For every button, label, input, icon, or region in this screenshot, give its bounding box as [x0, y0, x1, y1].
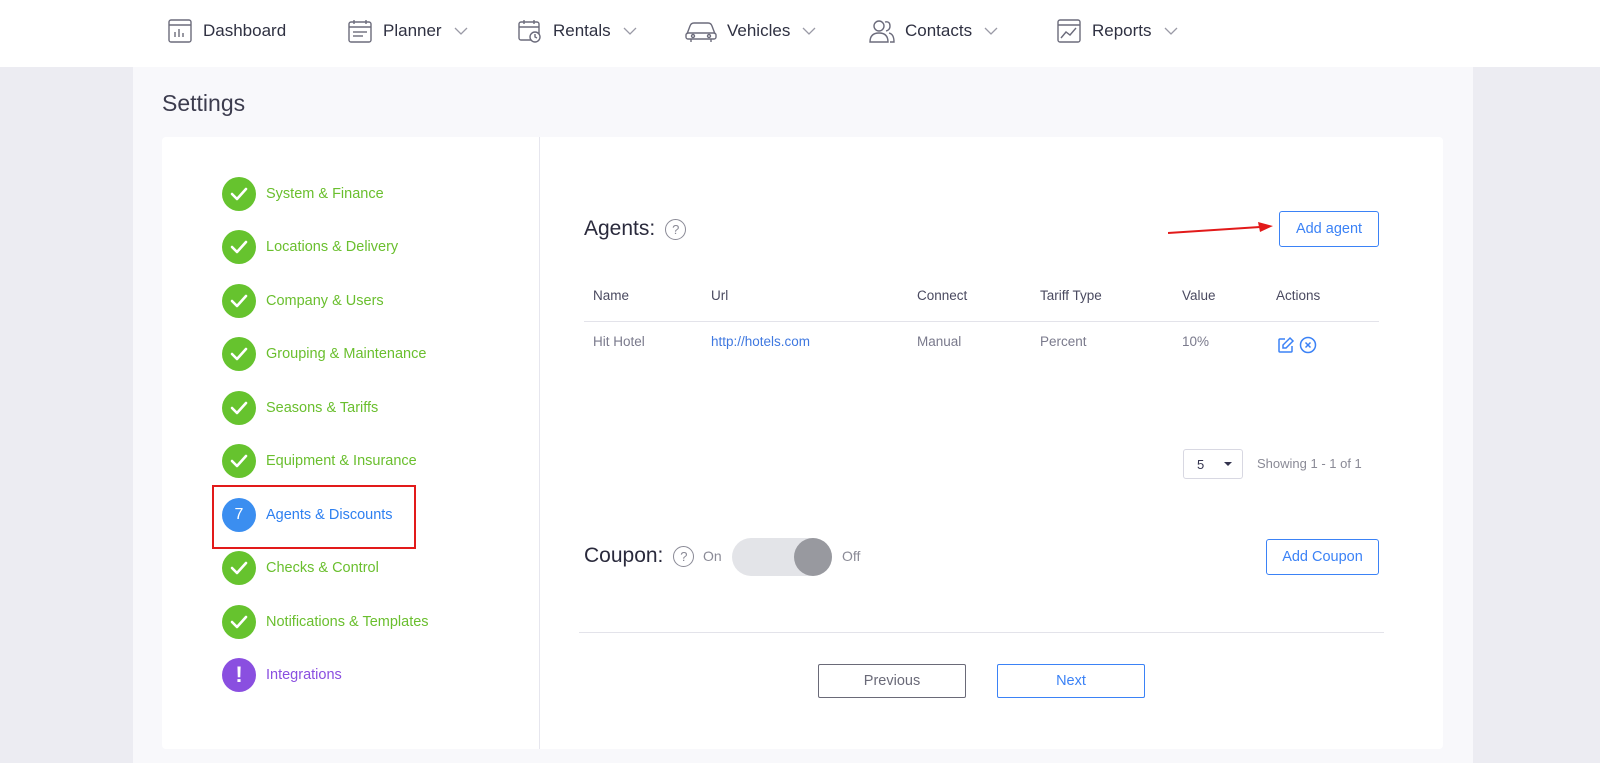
- cell-value: 10%: [1182, 334, 1210, 349]
- nav-rentals[interactable]: Rentals: [516, 16, 637, 46]
- chevron-down-icon: [454, 24, 468, 38]
- coupon-toggle[interactable]: [732, 538, 832, 576]
- nav-dashboard-label: Dashboard: [203, 21, 287, 40]
- check-icon: [222, 444, 256, 478]
- agents-title: Agents:: [584, 217, 656, 240]
- step-company-users[interactable]: Company & Users: [222, 284, 384, 318]
- check-icon: [222, 337, 256, 371]
- pagination-info: Showing 1 - 1 of 1: [1257, 456, 1362, 471]
- next-button[interactable]: Next: [997, 664, 1145, 698]
- chevron-down-icon: [1164, 24, 1178, 38]
- page-size-select[interactable]: 5: [1183, 449, 1243, 479]
- column-header-url: Url: [711, 288, 729, 303]
- step-label: Company & Users: [266, 293, 384, 309]
- check-icon: [222, 551, 256, 585]
- previous-button[interactable]: Previous: [818, 664, 966, 698]
- step-label: Seasons & Tariffs: [266, 400, 379, 416]
- step-checks-control[interactable]: Checks & Control: [222, 551, 379, 585]
- step-grouping-maintenance[interactable]: Grouping & Maintenance: [222, 337, 426, 371]
- add-coupon-button[interactable]: Add Coupon: [1266, 539, 1379, 575]
- step-seasons-tariffs[interactable]: Seasons & Tariffs: [222, 391, 378, 425]
- nav-reports[interactable]: Reports: [1055, 16, 1178, 46]
- red-arrow-annotation: [1168, 222, 1273, 234]
- check-icon: [222, 391, 256, 425]
- step-label: Grouping & Maintenance: [266, 346, 427, 362]
- calendar-clock-icon: [516, 17, 544, 45]
- step-notifications-templates[interactable]: Notifications & Templates: [222, 605, 429, 639]
- table-header-divider: [584, 321, 1379, 322]
- column-header-name: Name: [593, 288, 630, 303]
- cell-name: Hit Hotel: [593, 334, 645, 349]
- column-header-connect: Connect: [917, 288, 968, 303]
- vertical-divider: [539, 137, 540, 749]
- step-system-finance[interactable]: System & Finance: [222, 177, 384, 211]
- cell-tariff-type: Percent: [1040, 334, 1087, 349]
- nav-contacts[interactable]: Contacts: [868, 16, 998, 46]
- step-integrations[interactable]: ! Integrations: [222, 658, 342, 692]
- step-locations-delivery[interactable]: Locations & Delivery: [222, 230, 398, 264]
- toggle-on-label: On: [703, 548, 722, 564]
- column-header-tariff-type: Tariff Type: [1040, 288, 1102, 303]
- highlight-box: [212, 485, 416, 549]
- step-label: System & Finance: [266, 186, 384, 202]
- toggle-knob: [794, 538, 832, 576]
- exclamation-icon: !: [222, 658, 256, 692]
- coupon-heading: Coupon: ?: [584, 544, 695, 568]
- chevron-down-icon: [802, 24, 816, 38]
- nav-vehicles-label: Vehicles: [727, 21, 791, 40]
- step-label: Notifications & Templates: [266, 614, 429, 630]
- check-icon: [222, 230, 256, 264]
- check-icon: [222, 605, 256, 639]
- nav-planner[interactable]: Planner: [346, 16, 468, 46]
- step-label: Checks & Control: [266, 560, 379, 576]
- users-icon: [868, 17, 896, 45]
- column-header-actions: Actions: [1276, 288, 1321, 303]
- step-label: Equipment & Insurance: [266, 453, 417, 469]
- horizontal-divider: [579, 632, 1384, 633]
- step-equipment-insurance[interactable]: Equipment & Insurance: [222, 444, 417, 478]
- calendar-icon: [346, 17, 374, 45]
- column-header-value: Value: [1182, 288, 1216, 303]
- check-icon: [222, 177, 256, 211]
- cell-connect: Manual: [917, 334, 962, 349]
- car-icon: [684, 17, 718, 45]
- page-size-value: 5: [1197, 456, 1205, 472]
- agents-heading: Agents: ?: [584, 217, 687, 241]
- chevron-down-icon: [984, 24, 998, 38]
- toggle-off-label: Off: [842, 548, 861, 564]
- step-label: Integrations: [266, 667, 342, 683]
- nav-contacts-label: Contacts: [905, 21, 973, 40]
- edit-icon[interactable]: [1277, 336, 1295, 354]
- step-label: Locations & Delivery: [266, 239, 399, 255]
- cell-url-link[interactable]: http://hotels.com: [711, 334, 810, 349]
- chart-icon: [1055, 17, 1083, 45]
- page-title: Settings: [162, 90, 246, 116]
- nav-vehicles[interactable]: Vehicles: [684, 16, 816, 46]
- check-icon: [222, 284, 256, 318]
- coupon-title: Coupon:: [584, 544, 664, 567]
- nav-rentals-label: Rentals: [553, 21, 611, 40]
- top-navigation: Dashboard Planner Rentals Vehicles Conta…: [0, 0, 1600, 67]
- help-icon[interactable]: ?: [673, 545, 695, 567]
- delete-icon[interactable]: [1299, 336, 1317, 354]
- nav-reports-label: Reports: [1092, 21, 1152, 40]
- add-agent-button[interactable]: Add agent: [1279, 211, 1379, 247]
- caret-down-icon: [1224, 462, 1232, 466]
- help-icon[interactable]: ?: [665, 218, 687, 240]
- dashboard-icon: [166, 17, 194, 45]
- nav-dashboard[interactable]: Dashboard: [166, 16, 286, 46]
- chevron-down-icon: [623, 24, 637, 38]
- nav-planner-label: Planner: [383, 21, 442, 40]
